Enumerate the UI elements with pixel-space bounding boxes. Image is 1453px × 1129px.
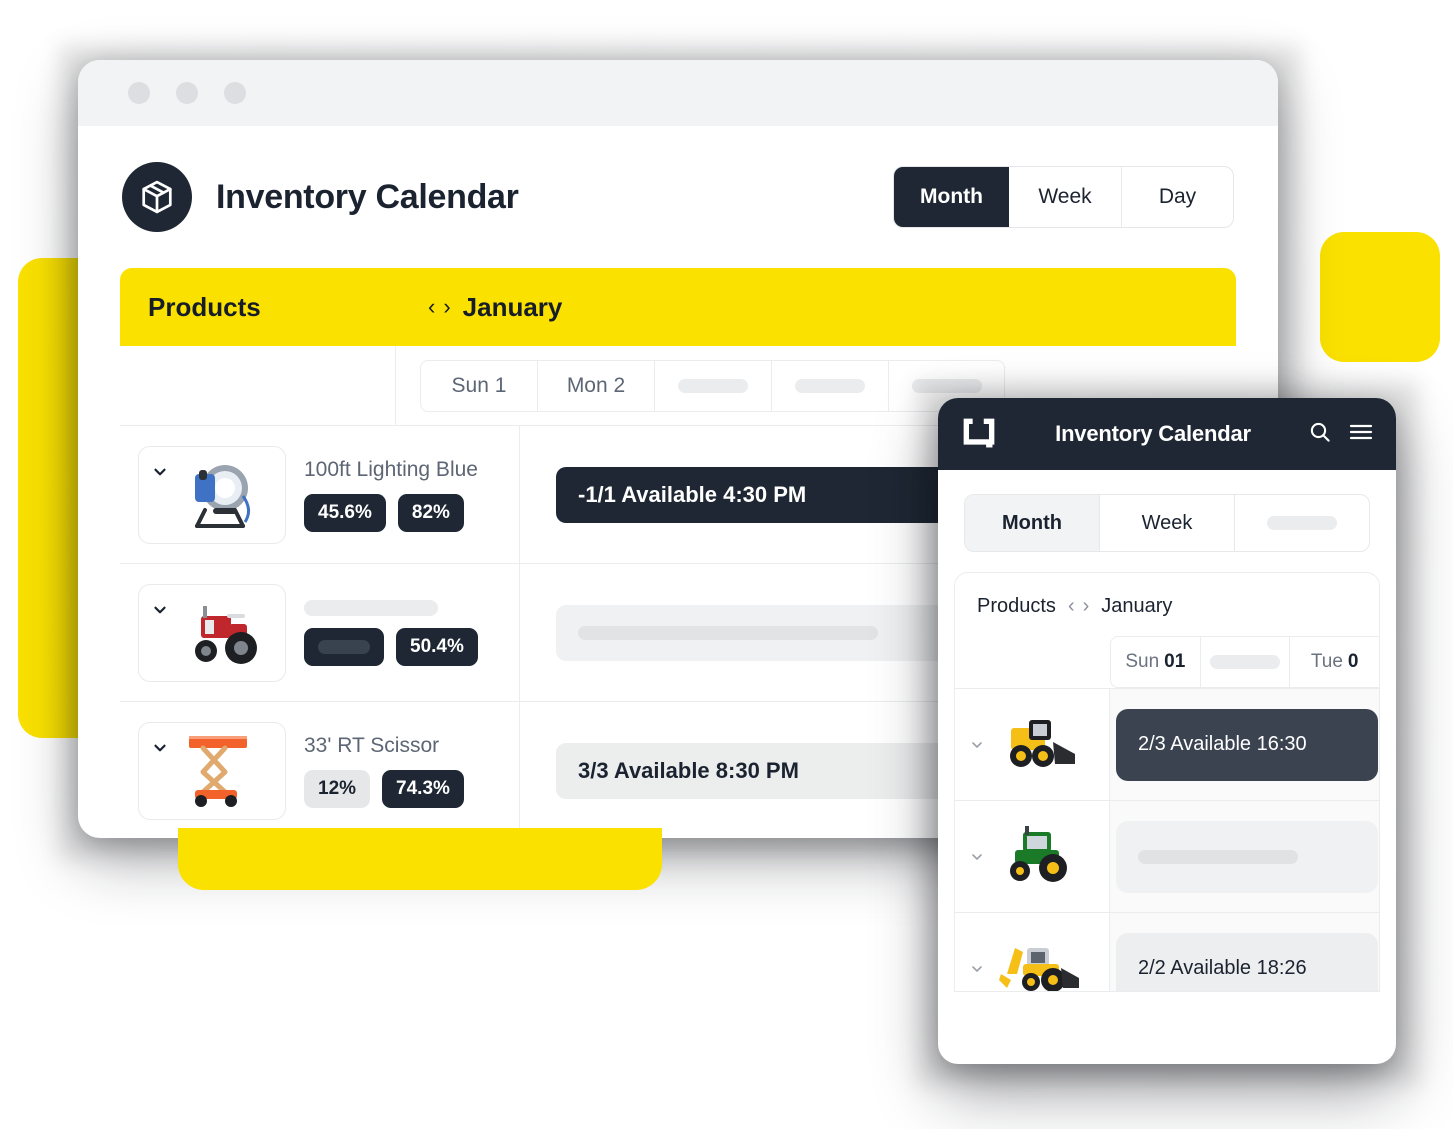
product-thumbnail-card[interactable] [138,445,286,544]
product-name: 33' RT Scissor [304,733,440,757]
studio-light-thumbnail [173,452,265,537]
products-column-header: Products [148,291,261,322]
mobile-calendar-event-skeleton[interactable] [1116,820,1378,893]
decorative-yellow-block-bottom [178,828,662,890]
mobile-month-nav-arrows[interactable]: ‹ › [1068,595,1089,618]
chevron-left-icon[interactable]: ‹ [428,294,435,320]
mobile-day-header-cell[interactable]: Tue 0 [1289,636,1379,688]
calendar-table-header: Products ‹ › January [120,268,1236,346]
day-header-cell[interactable]: Sun 1 [420,359,537,412]
mobile-header: Inventory Calendar [938,398,1396,470]
mobile-products-label[interactable]: Products [977,595,1056,618]
status-badge: 74.3% [382,769,464,808]
status-badge: 82% [397,493,464,532]
month-navigator: ‹ › January [396,292,562,323]
search-icon[interactable] [1308,420,1332,449]
product-badges: 12% 74.3% [304,769,464,808]
page-title: Inventory Calendar [216,177,519,216]
mobile-tab-skeleton[interactable] [1234,495,1369,551]
package-box-icon [122,162,192,232]
app-mark-icon [960,415,998,453]
mobile-title: Inventory Calendar [1055,421,1251,446]
chevron-down-icon[interactable] [969,849,985,865]
window-minimize-button[interactable] [176,82,198,104]
chevron-right-icon[interactable]: › [1083,595,1090,618]
mobile-app-window: Inventory Calendar Month Week Products ‹… [938,398,1396,1064]
mobile-day-header-cell[interactable]: Sun 01 [1110,636,1200,688]
day-header-cell-skeleton[interactable] [771,359,888,412]
product-name: 100ft Lighting Blue [304,457,478,481]
mobile-tab-month[interactable]: Month [965,495,1099,551]
chevron-left-icon[interactable]: ‹ [1068,595,1075,618]
mobile-table-row [955,800,1379,912]
status-badge-skeleton [304,627,384,666]
product-thumbnail-card[interactable] [138,721,286,820]
app-header: Inventory Calendar Month Week Day [78,126,1278,268]
chevron-down-icon[interactable] [969,737,985,753]
window-close-button[interactable] [128,82,150,104]
breadcrumb: Products ‹ › January [955,573,1379,636]
tab-day[interactable]: Day [1121,167,1233,227]
mobile-calendar-event[interactable]: 2/3 Available 16:30 [1116,708,1378,781]
view-toggle-group: Month Week Day [893,166,1234,228]
mobile-tab-week[interactable]: Week [1099,495,1234,551]
mobile-current-month-label: January [1101,595,1173,617]
product-badges: 45.6% 82% [304,493,478,532]
mobile-day-header-row: Sun 01 Tue 0 [955,636,1379,688]
green-tractor-thumbnail [993,818,1089,895]
day-header-cell[interactable]: Mon 2 [537,359,654,412]
product-name-skeleton [304,599,438,616]
orange-scissor-lift-thumbnail [173,728,265,813]
hamburger-menu-icon[interactable] [1348,420,1374,449]
chevron-down-icon[interactable] [151,601,169,619]
month-nav-arrows[interactable]: ‹ › [428,294,451,320]
mobile-day-header-cell-skeleton[interactable] [1199,636,1290,688]
mobile-table-row: 2/3 Available 16:30 [955,688,1379,800]
composition-stage: Inventory Calendar Month Week Day Produc… [0,0,1453,1129]
product-thumbnail-card[interactable] [138,583,286,682]
window-maximize-button[interactable] [224,82,246,104]
mobile-view-toggle-group: Month Week [964,494,1370,552]
chevron-down-icon[interactable] [969,961,985,977]
chevron-down-icon[interactable] [151,463,169,481]
tab-month[interactable]: Month [894,167,1009,227]
chevron-down-icon[interactable] [151,739,169,757]
mobile-calendar-card: Products ‹ › January Sun 01 Tue 0 2/3 Av… [954,572,1380,992]
status-badge: 12% [304,769,371,808]
window-titlebar [78,60,1278,126]
red-tractor-thumbnail [173,590,265,675]
decorative-yellow-block-right [1320,232,1440,362]
tab-week[interactable]: Week [1009,167,1121,227]
mobile-table-row: 2/2 Available 18:26 [955,912,1379,991]
chevron-right-icon[interactable]: › [443,294,450,320]
product-badges: 50.4% [304,627,478,666]
yellow-skid-steer-thumbnail [993,706,1089,783]
yellow-backhoe-thumbnail [993,930,1089,991]
mobile-calendar-event[interactable]: 2/2 Available 18:26 [1116,932,1378,991]
brand: Inventory Calendar [122,162,519,232]
current-month-label: January [462,291,563,322]
day-header-cell-skeleton[interactable] [654,359,771,412]
status-badge: 45.6% [304,493,386,532]
status-badge: 50.4% [396,627,478,666]
